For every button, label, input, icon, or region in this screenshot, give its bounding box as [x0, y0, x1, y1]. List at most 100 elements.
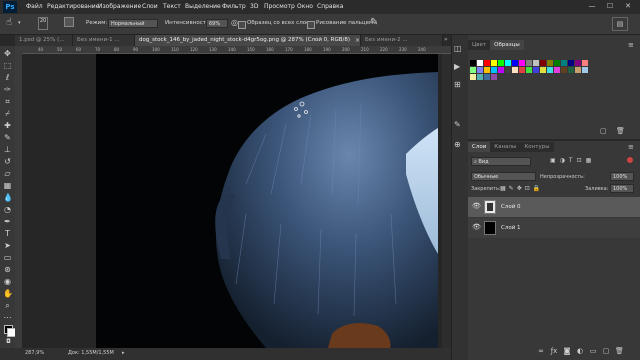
color-swatch[interactable]: [554, 60, 560, 66]
color-swatch[interactable]: [470, 74, 476, 80]
menu-layers[interactable]: Слои: [142, 2, 158, 12]
tab-paths[interactable]: Контуры: [520, 142, 554, 152]
panel-menu-icon[interactable]: ≡: [628, 41, 634, 49]
color-swatch[interactable]: [540, 67, 546, 73]
3d-camera-tool-icon[interactable]: ◉: [3, 277, 12, 286]
intensity-input[interactable]: 69%: [206, 19, 228, 28]
quick-selection-tool-icon[interactable]: ✑: [3, 85, 12, 94]
color-swatch[interactable]: [491, 67, 497, 73]
pen-tool-icon[interactable]: ✒: [3, 217, 12, 226]
color-swatch[interactable]: [512, 60, 518, 66]
quick-mask-icon[interactable]: ◘: [4, 337, 13, 346]
finger-painting-checkbox[interactable]: [307, 21, 315, 29]
close-tab-icon[interactable]: ×: [355, 37, 360, 44]
tab-1psd[interactable]: 1.psd @ 25% (...: [15, 35, 73, 46]
color-swatch[interactable]: [568, 60, 574, 66]
color-swatch[interactable]: [526, 60, 532, 66]
filter-toggle-icon[interactable]: [627, 157, 633, 163]
tab-color[interactable]: Цвет: [468, 40, 491, 50]
layer-filter-icons[interactable]: ▣◑T⊡▦: [550, 157, 595, 164]
eyedropper-tool-icon[interactable]: ⌿: [3, 109, 12, 118]
delete-swatch-icon[interactable]: 🗑: [616, 127, 625, 135]
gradient-tool-icon[interactable]: ▦: [3, 181, 12, 190]
dodge-tool-icon[interactable]: ◔: [3, 205, 12, 214]
color-swatch[interactable]: [561, 60, 567, 66]
color-swatch[interactable]: [505, 67, 511, 73]
layer-filter-select[interactable]: ⌕ Вид: [471, 157, 531, 166]
color-swatch[interactable]: [547, 60, 553, 66]
blur-tool-icon[interactable]: 💧: [3, 193, 13, 202]
path-selection-tool-icon[interactable]: ➤: [3, 241, 12, 250]
menu-image[interactable]: Изображение: [98, 2, 141, 12]
color-swatch[interactable]: [477, 60, 483, 66]
more-tools-icon[interactable]: ⋯: [3, 313, 12, 322]
blend-mode-select[interactable]: Обычные: [471, 172, 536, 181]
color-swatch[interactable]: [512, 67, 518, 73]
move-tool-icon[interactable]: ✥: [3, 49, 12, 58]
history-panel-icon[interactable]: ◫: [454, 44, 464, 54]
eye-icon[interactable]: 👁: [472, 203, 481, 210]
sample-all-layers-checkbox[interactable]: [238, 21, 246, 29]
new-layer-icon[interactable]: ▢: [602, 347, 610, 355]
workspace-switcher-icon[interactable]: ▤: [612, 17, 628, 31]
actions-panel-icon[interactable]: ▶: [454, 62, 464, 72]
history-brush-tool-icon[interactable]: ↺: [3, 157, 12, 166]
color-swatch[interactable]: [582, 67, 588, 73]
eye-icon[interactable]: 👁: [472, 224, 481, 231]
lock-icons[interactable]: ▦✎✥⊡🔒: [500, 185, 543, 192]
color-swatch[interactable]: [533, 67, 539, 73]
color-swatch[interactable]: [477, 74, 483, 80]
smudge-tool-icon[interactable]: ☝: [6, 17, 12, 28]
delete-layer-icon[interactable]: 🗑: [615, 347, 624, 355]
marquee-tool-icon[interactable]: ⬚: [3, 61, 12, 70]
close-window-button[interactable]: ✕: [620, 0, 636, 12]
tab-untitled-2[interactable]: Без имени-2 ...: [361, 35, 443, 46]
fill-input[interactable]: 100%: [610, 184, 634, 193]
maximize-button[interactable]: ☐: [602, 0, 618, 12]
color-swatch[interactable]: [491, 74, 497, 80]
status-menu-arrow-icon[interactable]: ▸: [122, 350, 125, 356]
brush-tool-icon[interactable]: ✎: [3, 133, 12, 142]
menu-edit[interactable]: Редактирование: [47, 2, 99, 12]
menu-file[interactable]: Файл: [26, 2, 43, 12]
color-swatch[interactable]: [568, 67, 574, 73]
color-swatch[interactable]: [533, 60, 539, 66]
menu-filter[interactable]: Фильтр: [222, 2, 246, 12]
tabs-overflow-icon[interactable]: »: [444, 36, 448, 43]
tab-dog-stock[interactable]: dog_stock_146_by_jaded_night_stock-d4gr5…: [135, 35, 361, 46]
new-group-icon[interactable]: ▭: [589, 347, 597, 355]
color-swatch[interactable]: [484, 67, 490, 73]
lasso-tool-icon[interactable]: ℓ: [3, 73, 12, 82]
type-tool-icon[interactable]: T: [3, 229, 12, 238]
layer-name[interactable]: Слой 0: [501, 204, 521, 210]
color-swatch[interactable]: [470, 60, 476, 66]
color-swatch[interactable]: [498, 60, 504, 66]
color-swatch[interactable]: [561, 67, 567, 73]
clone-stamp-tool-icon[interactable]: ⊥: [3, 145, 12, 154]
menu-select[interactable]: Выделение: [185, 2, 221, 12]
layers-menu-icon[interactable]: ≡: [628, 143, 634, 151]
layer-name[interactable]: Слой 1: [501, 225, 521, 231]
properties-panel-icon[interactable]: ⊞: [454, 80, 464, 90]
color-swatch[interactable]: [519, 67, 525, 73]
brush-preset-picker[interactable]: 20: [38, 17, 48, 30]
color-swatch[interactable]: [484, 74, 490, 80]
document-canvas[interactable]: [96, 54, 438, 348]
color-swatch[interactable]: [575, 67, 581, 73]
menu-type[interactable]: Текст: [163, 2, 181, 12]
clone-source-icon[interactable]: ⊕: [454, 140, 464, 150]
color-swatch[interactable]: [547, 67, 553, 73]
zoom-level[interactable]: 287,9%: [25, 350, 44, 356]
color-swatch[interactable]: [554, 67, 560, 73]
link-layers-icon[interactable]: ∞: [537, 347, 545, 355]
new-swatch-icon[interactable]: ▢: [600, 127, 607, 135]
layer-style-icon[interactable]: ƒx: [550, 347, 558, 355]
3d-rotate-tool-icon[interactable]: ⊛: [3, 265, 12, 274]
vertical-scrollbar[interactable]: [442, 54, 451, 348]
tab-swatches[interactable]: Образцы: [490, 40, 524, 50]
color-swatch[interactable]: [470, 67, 476, 73]
tab-untitled-1[interactable]: Без имени-1 ...: [73, 35, 135, 46]
menu-3d[interactable]: 3D: [250, 2, 258, 12]
zoom-tool-icon[interactable]: ⌕: [3, 301, 12, 310]
menu-help[interactable]: Справка: [317, 2, 343, 12]
